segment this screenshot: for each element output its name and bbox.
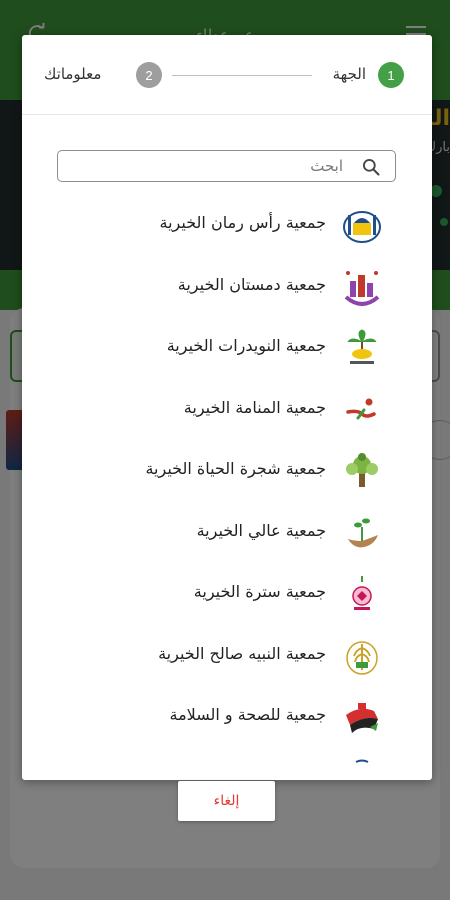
palm-logo-icon (347, 329, 377, 364)
organization-name: جمعية المنامة الخيرية (183, 397, 326, 417)
organization-name: جمعية شجرة الحياة الخيرية (145, 459, 326, 478)
buildings-logo-icon (344, 270, 380, 306)
step-1-indicator: 1 (378, 62, 404, 88)
organization-list[interactable]: جمعية رأس رمان الخيرية جمعية دمستان الخي… (22, 195, 432, 780)
list-item[interactable]: جمعية المنامة الخيرية (22, 380, 432, 442)
partial-logo-icon (355, 759, 369, 763)
organization-name: جمعية عالي الخيرية (196, 520, 326, 540)
step-2-indicator: 2 (136, 62, 162, 88)
search-input[interactable]: ابحث (57, 150, 396, 182)
list-item[interactable]: جمعية سترة الخيرية (22, 564, 432, 626)
list-item[interactable]: جمعية للصحة و السلامة (22, 687, 432, 749)
list-item[interactable]: جمعية عالي الخيرية (22, 503, 432, 565)
step-connector (172, 75, 312, 76)
mosque-logo-icon (343, 211, 381, 243)
list-item[interactable]: جمعية النويدرات الخيرية (22, 318, 432, 380)
figure-logo-icon (346, 398, 376, 419)
list-item[interactable]: جمعية النبيه صالح الخيرية (22, 626, 432, 688)
cancel-button[interactable]: إلغاء (178, 781, 275, 821)
hands-plant-logo-icon (348, 518, 378, 547)
list-item[interactable]: جمعية دمستان الخيرية (22, 257, 432, 319)
organization-name: جمعية سترة الخيرية (193, 582, 326, 601)
ribbon-logo-icon (346, 703, 378, 733)
emblem-logo-icon (352, 576, 372, 610)
step-1-label: الجهة (332, 65, 366, 83)
wheat-logo-icon (346, 640, 378, 675)
search-icon (363, 159, 380, 176)
stepper: 1 الجهة 2 معلوماتك (22, 35, 432, 115)
tree-logo-icon (346, 453, 378, 487)
organization-name: جمعية النويدرات الخيرية (166, 336, 326, 355)
list-item[interactable] (22, 749, 432, 781)
organization-name: جمعية للصحة و السلامة (169, 705, 327, 724)
organization-name: جمعية رأس رمان الخيرية (159, 213, 326, 232)
organization-picker-dialog: 1 الجهة 2 معلوماتك ابحث جمعية رأس رمان ا… (22, 35, 432, 780)
list-item[interactable]: جمعية رأس رمان الخيرية (22, 195, 432, 257)
organization-name: جمعية دمستان الخيرية (177, 274, 326, 294)
step-2-label: معلوماتك (44, 65, 102, 83)
search-placeholder: ابحث (310, 157, 343, 175)
list-item[interactable]: جمعية شجرة الحياة الخيرية (22, 441, 432, 503)
organization-name: جمعية النبيه صالح الخيرية (158, 643, 326, 663)
